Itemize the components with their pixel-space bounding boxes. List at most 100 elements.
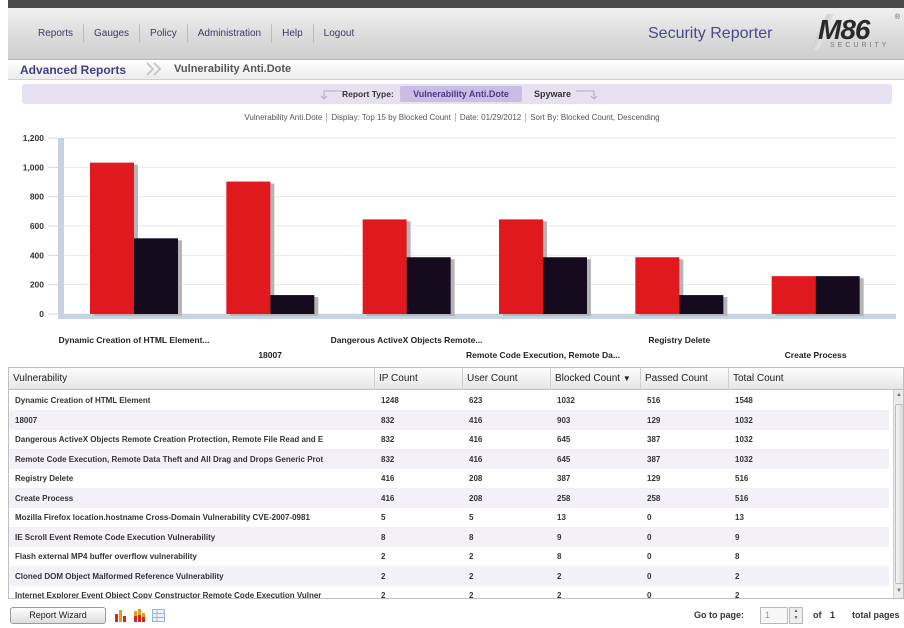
y-tick-label: 600 bbox=[30, 221, 44, 231]
cell-ip-count: 2 bbox=[381, 571, 386, 581]
table-vertical-scrollbar[interactable]: ▲ ▼ bbox=[893, 390, 903, 598]
cell-ip-count: 832 bbox=[381, 454, 395, 464]
table-row[interactable]: Dangerous ActiveX Objects Remote Creatio… bbox=[9, 430, 889, 450]
menu-reports[interactable]: Reports bbox=[28, 24, 85, 43]
table-row[interactable]: Registry Delete 416 208 387 129 516 bbox=[9, 469, 889, 489]
scrollbar-thumb[interactable] bbox=[895, 404, 903, 584]
table-row[interactable]: Flash external MP4 buffer overflow vulne… bbox=[9, 547, 889, 567]
bar-chart-icon[interactable] bbox=[114, 609, 128, 622]
cell-user-count: 8 bbox=[469, 532, 474, 542]
column-vulnerability[interactable]: Vulnerability bbox=[9, 368, 375, 390]
cell-blocked-count: 645 bbox=[557, 435, 571, 444]
cell-user-count: 416 bbox=[469, 454, 483, 464]
cell-ip-count: 8 bbox=[381, 532, 386, 542]
scroll-up-icon[interactable]: ▲ bbox=[896, 392, 902, 398]
stacked-bar-icon[interactable] bbox=[133, 609, 147, 622]
cell-blocked-count: 8 bbox=[557, 552, 562, 561]
breadcrumb-current-page: Vulnerability Anti.Dote bbox=[174, 63, 292, 75]
cell-total-count: 1032 bbox=[735, 415, 753, 425]
cell-passed-count: 129 bbox=[647, 415, 661, 425]
sort-descending-icon: ▼ bbox=[622, 374, 631, 383]
menu-logout[interactable]: Logout bbox=[314, 24, 365, 43]
table-row[interactable]: Create Process 416 208 258 258 516 bbox=[9, 488, 889, 508]
chart-canvas: 0 200 400 600 800 1,000 1,200 bbox=[23, 133, 896, 319]
cell-user-count: 5 bbox=[469, 513, 474, 522]
cell-ip-count: 416 bbox=[381, 474, 395, 483]
cell-user-count: 208 bbox=[469, 474, 483, 483]
cell-user-count: 2 bbox=[469, 552, 474, 561]
table-view-icon[interactable] bbox=[152, 609, 166, 622]
cell-ip-count: 2 bbox=[381, 552, 386, 561]
table-row[interactable]: Dynamic Creation of HTML Element 1248 623 1… bbox=[9, 391, 889, 411]
cell-vulnerability: 18007 bbox=[15, 415, 38, 425]
summary-sort: Sort By: Blocked Count, Descending bbox=[530, 113, 660, 122]
column-blocked-count[interactable]: Blocked Count ▼ bbox=[551, 368, 641, 390]
report-wizard-button[interactable]: Report Wizard bbox=[10, 607, 106, 624]
breadcrumb-advanced-reports[interactable]: Advanced Reports bbox=[20, 63, 126, 77]
table-row[interactable]: IE Scroll Event Remote Code Execution Vu… bbox=[9, 527, 889, 547]
x-axis-label: Remote Code Execution, Remote Da... bbox=[466, 350, 620, 360]
table-row[interactable]: 18007 832 416 903 129 1032 bbox=[9, 410, 889, 430]
cell-total-count: 13 bbox=[735, 513, 744, 522]
column-ip-count[interactable]: IP Count bbox=[375, 368, 463, 390]
scroll-down-icon[interactable]: ▼ bbox=[896, 588, 902, 594]
table-row[interactable]: Internet Explorer Event Object Copy Cons… bbox=[9, 586, 889, 599]
total-pages-count: 1 bbox=[830, 610, 836, 620]
cell-user-count: 416 bbox=[469, 435, 483, 444]
menu-help[interactable]: Help bbox=[272, 24, 314, 43]
menu-policy[interactable]: Policy bbox=[140, 24, 188, 43]
chart-y-ticks: 0 200 400 600 800 1,000 1,200 bbox=[23, 133, 45, 319]
table-row[interactable]: Mozilla Firefox location.hostname Cross-… bbox=[9, 508, 889, 528]
breadcrumb: Advanced Reports Vulnerability Anti.Dote bbox=[8, 60, 904, 80]
bar bbox=[406, 257, 451, 314]
cell-total-count: 1548 bbox=[735, 396, 753, 405]
cell-vulnerability: IE Scroll Event Remote Code Execution Vu… bbox=[15, 532, 216, 542]
cell-ip-count: 2 bbox=[381, 591, 386, 599]
page-down-icon[interactable]: ▼ bbox=[790, 615, 802, 622]
bar bbox=[270, 295, 315, 314]
page-up-icon[interactable]: ▲ bbox=[790, 608, 802, 615]
top-navigation-bar: Reports Gauges Policy Administration Hel… bbox=[8, 0, 904, 60]
cell-total-count: 516 bbox=[735, 474, 749, 483]
page-stepper[interactable]: ▲ ▼ bbox=[789, 607, 803, 624]
y-tick-label: 1,000 bbox=[23, 162, 45, 172]
y-tick-label: 0 bbox=[39, 309, 44, 319]
breadcrumb-chevron-icon bbox=[146, 62, 162, 76]
cell-passed-count: 0 bbox=[647, 591, 652, 599]
cell-ip-count: 832 bbox=[381, 435, 395, 444]
cell-passed-count: 516 bbox=[647, 396, 661, 405]
report-type-bar: Report Type: Vulnerability Anti.Dote Spy… bbox=[22, 84, 892, 104]
column-user-count[interactable]: User Count bbox=[463, 368, 551, 390]
bar bbox=[679, 295, 724, 314]
cell-passed-count: 129 bbox=[647, 474, 661, 483]
cell-passed-count: 387 bbox=[647, 435, 661, 444]
brand-logo: M86 SECURITY ® bbox=[804, 14, 900, 54]
table-row[interactable]: Remote Code Execution, Remote Data Theft… bbox=[9, 449, 889, 469]
menu-administration[interactable]: Administration bbox=[188, 24, 273, 43]
cell-vulnerability: Dangerous ActiveX Objects Remote Creatio… bbox=[15, 435, 324, 444]
table-row[interactable]: Cloned DOM Object Malformed Reference Vu… bbox=[9, 566, 889, 586]
y-tick-label: 400 bbox=[30, 250, 44, 260]
menu-gauges[interactable]: Gauges bbox=[84, 24, 141, 43]
cell-passed-count: 387 bbox=[647, 454, 661, 464]
y-tick-label: 800 bbox=[30, 192, 44, 202]
y-tick-label: 1,200 bbox=[23, 133, 45, 143]
main-menu: Reports Gauges Policy Administration Hel… bbox=[28, 24, 364, 43]
report-summary: Vulnerability Anti.Dote Display: Top 15 b… bbox=[0, 113, 904, 122]
page-number-input[interactable]: 1 bbox=[760, 607, 788, 624]
cell-user-count: 2 bbox=[469, 571, 474, 581]
logo-subtitle: SECURITY bbox=[830, 42, 890, 49]
cell-blocked-count: 2 bbox=[557, 571, 562, 581]
report-type-vulnerability-tab[interactable]: Vulnerability Anti.Dote bbox=[400, 86, 522, 102]
report-type-spyware-tab[interactable]: Spyware bbox=[534, 89, 571, 99]
column-total-count[interactable]: Total Count bbox=[729, 368, 893, 390]
column-passed-count[interactable]: Passed Count bbox=[641, 368, 729, 390]
cell-total-count: 516 bbox=[735, 493, 749, 503]
cell-user-count: 416 bbox=[469, 415, 483, 425]
x-axis-label: Create Process bbox=[784, 350, 847, 360]
cell-blocked-count: 1032 bbox=[557, 396, 575, 405]
bar bbox=[90, 162, 134, 314]
cell-ip-count: 416 bbox=[381, 493, 395, 503]
window-top-border bbox=[8, 0, 904, 8]
blocked-count-bar-chart: 0 200 400 600 800 1,000 1,200 Dynamic Creation… bbox=[8, 128, 904, 364]
